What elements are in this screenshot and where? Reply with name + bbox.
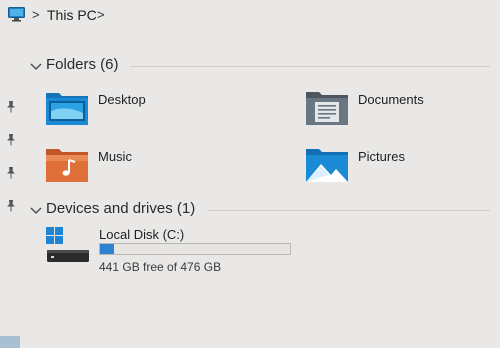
- chevron-down-icon[interactable]: [30, 59, 42, 70]
- windows-drive-icon: [45, 226, 91, 266]
- folders-group-title: Folders (6): [46, 56, 119, 73]
- drive-tile-local-disk-c[interactable]: Local Disk (C:) 441 GB free of 476 GB: [45, 226, 305, 276]
- breadcrumb: > This PC >: [0, 0, 500, 32]
- scrollbar-corner: [0, 336, 20, 348]
- drives-group-header[interactable]: Devices and drives (1): [30, 200, 490, 220]
- pin-icon: [6, 100, 16, 113]
- folder-tile-pictures[interactable]: Pictures: [305, 146, 485, 188]
- monitor-icon[interactable]: [8, 7, 25, 22]
- pin-icon: [6, 199, 16, 212]
- folder-tile-documents[interactable]: Documents: [305, 89, 485, 131]
- breadcrumb-separator[interactable]: >: [32, 7, 40, 23]
- pictures-folder-icon: [305, 146, 349, 184]
- folder-label-desktop: Desktop: [98, 92, 146, 107]
- folder-tile-music[interactable]: Music: [45, 146, 225, 188]
- pin-icon: [6, 133, 16, 146]
- breadcrumb-item-this-pc[interactable]: This PC: [47, 7, 97, 23]
- music-folder-icon: [45, 146, 89, 184]
- drive-usage-bar: [99, 243, 291, 255]
- navigation-pane-edge: [0, 40, 22, 348]
- drive-free-space: 441 GB free of 476 GB: [99, 260, 222, 274]
- pin-icon: [6, 166, 16, 179]
- group-divider: [208, 210, 490, 211]
- group-divider: [130, 66, 490, 67]
- desktop-folder-icon: [45, 89, 89, 127]
- folder-label-music: Music: [98, 149, 132, 164]
- folder-tile-desktop[interactable]: Desktop: [45, 89, 225, 131]
- folder-label-documents: Documents: [358, 92, 424, 107]
- folders-group-header[interactable]: Folders (6): [30, 56, 490, 76]
- folder-label-pictures: Pictures: [358, 149, 405, 164]
- drives-group-title: Devices and drives (1): [46, 200, 196, 217]
- drive-usage-fill: [100, 244, 115, 254]
- chevron-down-icon[interactable]: [30, 203, 42, 214]
- drive-label: Local Disk (C:): [99, 227, 185, 242]
- documents-folder-icon: [305, 89, 349, 127]
- breadcrumb-expand-chevron[interactable]: >: [97, 7, 105, 23]
